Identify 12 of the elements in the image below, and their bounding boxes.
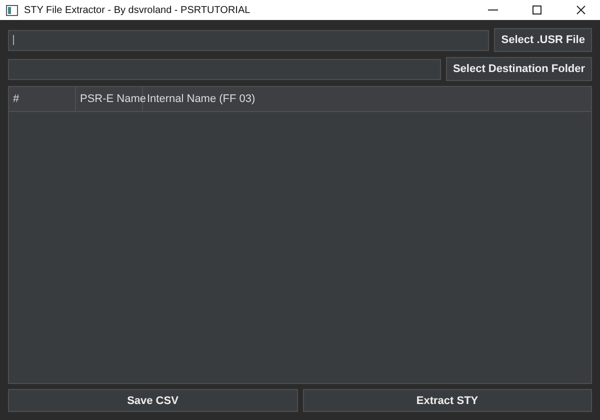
select-file-button[interactable]: Select .USR File [494, 28, 592, 52]
extract-button[interactable]: Extract STY [302, 389, 592, 412]
maximize-icon[interactable] [532, 5, 542, 15]
close-icon[interactable] [576, 5, 586, 15]
folder-path-field[interactable] [8, 58, 441, 80]
app-icon [6, 4, 18, 16]
save-csv-button[interactable]: Save CSV [8, 389, 298, 412]
column-header[interactable]: PSR-E Name [76, 87, 143, 111]
select-folder-button[interactable]: Select Destination Folder [446, 57, 592, 81]
window-title: STY File Extractor - By dsvroland - PSRTUTORIAL [24, 4, 252, 16]
file-path-field[interactable] [8, 30, 490, 50]
column-header[interactable]: # [9, 87, 76, 111]
